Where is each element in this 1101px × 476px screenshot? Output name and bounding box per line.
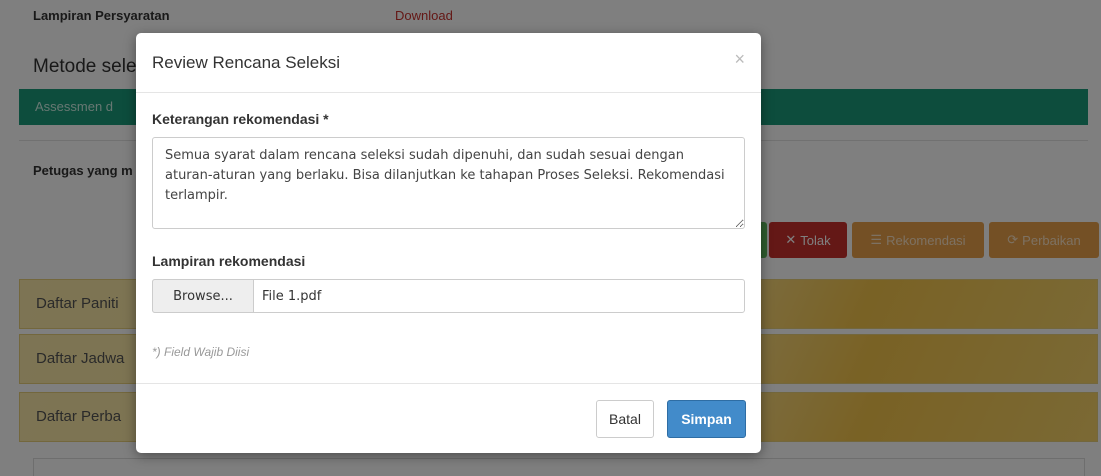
file-name: File 1.pdf — [262, 288, 322, 304]
close-icon[interactable]: × — [734, 49, 745, 70]
review-modal: Review Rencana Seleksi × Keterangan reko… — [136, 33, 761, 453]
cancel-button[interactable]: Batal — [596, 400, 654, 438]
modal-header: Review Rencana Seleksi × — [136, 33, 761, 93]
file-input[interactable]: Browse... File 1.pdf — [152, 279, 745, 313]
modal-title: Review Rencana Seleksi — [152, 53, 341, 72]
browse-button[interactable]: Browse... — [152, 279, 254, 313]
save-button[interactable]: Simpan — [667, 400, 746, 438]
lampiran-label: Lampiran rekomendasi — [152, 253, 306, 269]
modal-body: Keterangan rekomendasi * Semua syarat da… — [152, 111, 745, 359]
required-note: *) Field Wajib Diisi — [152, 345, 250, 359]
modal-footer: Batal Simpan — [136, 383, 761, 453]
keterangan-label: Keterangan rekomendasi * — [152, 111, 329, 127]
keterangan-textarea[interactable]: Semua syarat dalam rencana seleksi sudah… — [152, 137, 745, 229]
